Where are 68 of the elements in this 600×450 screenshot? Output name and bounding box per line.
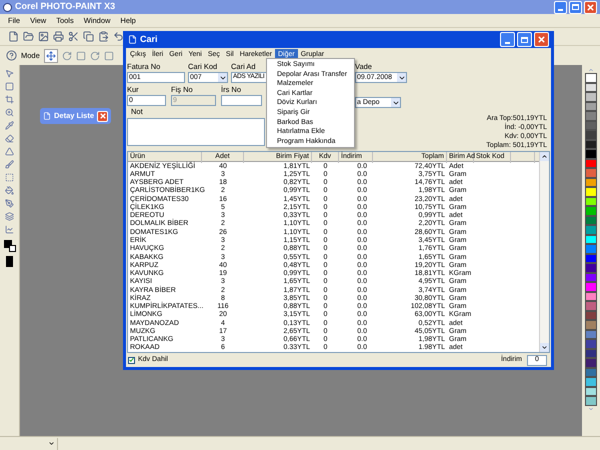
color-swatch[interactable] [585, 320, 597, 330]
color-swatch[interactable] [585, 187, 597, 196]
color-swatch[interactable] [585, 339, 597, 348]
print-icon[interactable] [53, 31, 64, 42]
scroll-up-icon[interactable] [541, 153, 548, 160]
color-swatch[interactable] [585, 301, 597, 310]
scroll-down-icon[interactable] [587, 406, 595, 412]
pointer-icon[interactable] [5, 69, 14, 78]
close-button[interactable] [534, 32, 549, 47]
chart-icon[interactable] [5, 225, 14, 234]
crop-icon[interactable] [5, 95, 14, 104]
color-swatch[interactable] [585, 130, 597, 140]
color-swatch[interactable] [585, 168, 597, 178]
rotate-icon[interactable] [62, 50, 72, 60]
pen-icon[interactable] [5, 199, 14, 208]
window-icon [43, 112, 51, 120]
note-field[interactable] [127, 118, 265, 146]
eraser-icon[interactable] [5, 134, 14, 143]
rectangle-icon[interactable] [5, 82, 14, 91]
color-swatch[interactable] [585, 377, 597, 386]
close-icon[interactable] [100, 113, 106, 119]
window-title: Cari [140, 32, 159, 46]
color-swatch[interactable] [585, 358, 597, 368]
color-swatch[interactable] [585, 73, 597, 82]
app-logo-icon [3, 2, 12, 12]
scroll-down-icon[interactable] [541, 344, 548, 351]
color-swatch[interactable] [585, 206, 597, 216]
skew-icon[interactable] [90, 50, 100, 60]
undo-icon[interactable] [113, 31, 124, 42]
color-swatch[interactable] [585, 225, 597, 234]
image-icon[interactable] [38, 31, 49, 42]
scissors-icon[interactable] [68, 31, 79, 42]
scale-icon[interactable] [76, 50, 86, 60]
close-icon [538, 36, 545, 43]
eyedropper-icon[interactable] [5, 121, 14, 130]
paste-icon[interactable] [98, 31, 109, 42]
help-pointer-icon[interactable] [6, 50, 17, 61]
checkbox[interactable] [128, 356, 135, 364]
paint-bucket-icon[interactable] [5, 186, 14, 195]
move-button[interactable] [44, 48, 58, 62]
new-file-icon[interactable] [8, 31, 19, 42]
color-swatch[interactable] [585, 263, 597, 272]
color-swatch-icon[interactable] [4, 240, 16, 252]
mask-swatch-icon[interactable] [6, 256, 13, 267]
layers-icon[interactable] [5, 212, 14, 221]
triangle-icon[interactable] [5, 147, 14, 156]
scrollbar[interactable] [539, 152, 549, 352]
close-icon [587, 4, 594, 10]
minimize-button[interactable] [500, 32, 515, 47]
distort-icon[interactable] [104, 50, 114, 60]
maximize-button[interactable] [569, 0, 582, 14]
brush-icon[interactable] [5, 160, 14, 169]
color-swatch[interactable] [585, 396, 597, 406]
window-title: Corel PHOTO-PAINT X3 [15, 0, 116, 14]
dashed-square-icon[interactable] [5, 173, 14, 182]
color-swatch[interactable] [585, 244, 597, 254]
minimize-button[interactable] [554, 0, 567, 14]
irs-no-field[interactable] [221, 95, 262, 106]
color-swatch[interactable] [585, 92, 597, 102]
close-button[interactable] [584, 0, 597, 14]
zoom-icon[interactable] [5, 108, 14, 117]
color-swatch[interactable] [585, 111, 597, 120]
color-swatch[interactable] [585, 149, 597, 158]
color-swatch[interactable] [585, 282, 597, 292]
open-folder-icon[interactable] [23, 31, 34, 42]
copy-icon[interactable] [83, 31, 94, 42]
window-icon [128, 35, 137, 44]
maximize-button[interactable] [517, 32, 532, 47]
